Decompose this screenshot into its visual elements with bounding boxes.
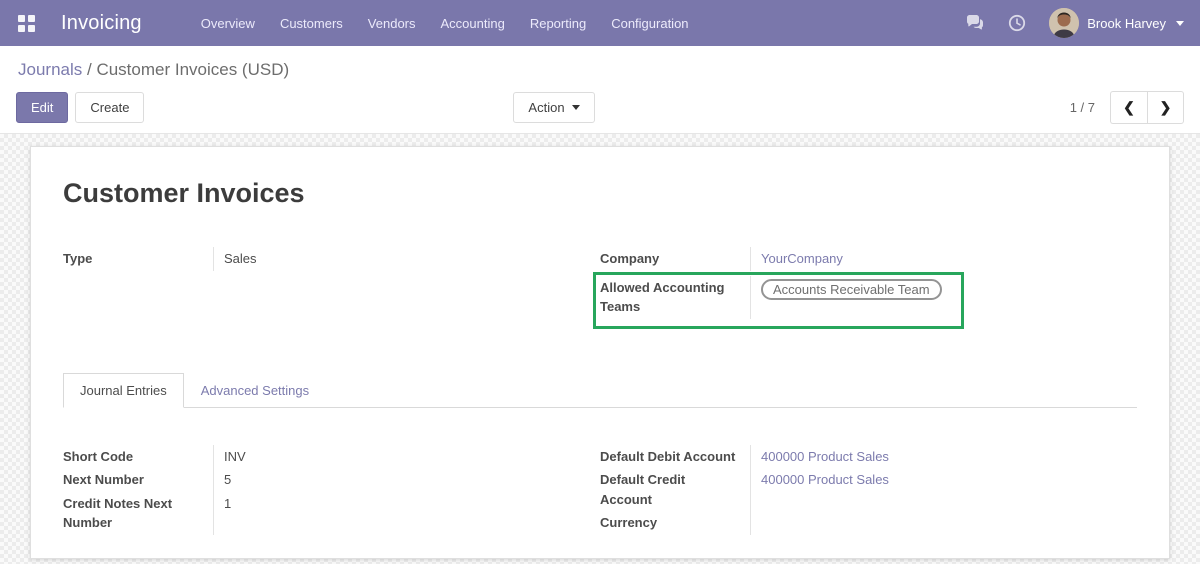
field-value-type: Sales [224,251,257,266]
field-value-short-code: INV [224,448,246,464]
field-row-type: Type Sales [63,247,419,271]
form-view-background: Customer Invoices Type Sales Company You… [0,134,1200,564]
field-row-short-code: Short Code INV [63,444,419,468]
menu-reporting[interactable]: Reporting [527,10,589,37]
field-label-credit-notes-next-number: Credit Notes Next Number [63,491,214,535]
field-label-currency: Currency [600,511,751,535]
pager-next-button[interactable]: ❯ [1147,91,1184,124]
company-link[interactable]: YourCompany [761,251,843,266]
field-group-right: Company YourCompany Allowed Accounting T… [593,247,964,329]
page-title: Customer Invoices [63,178,305,208]
field-row-currency: Currency [600,511,956,535]
field-row-credit-notes-next-number: Credit Notes Next Number 1 [63,491,419,535]
field-row-next-number: Next Number 5 [63,468,419,492]
menu-vendors[interactable]: Vendors [365,10,419,37]
journal-form-sheet: Customer Invoices Type Sales Company You… [30,146,1170,559]
pager-count: 1 / 7 [1069,100,1095,115]
field-label-next-number: Next Number [63,468,214,492]
menu-customers[interactable]: Customers [277,10,346,37]
action-label: Action [528,99,565,115]
field-label-default-credit-account: Default Credit Account [600,468,751,511]
caret-down-icon [571,105,580,110]
field-row-default-debit-account: Default Debit Account 400000 Product Sal… [600,444,956,468]
create-button[interactable]: Create [75,91,145,124]
field-group-right: Default Debit Account 400000 Product Sal… [600,444,956,535]
user-name: Brook Harvey [1087,15,1166,31]
avatar [1049,8,1080,38]
app-title: Invoicing [61,11,142,34]
action-dropdown-button[interactable]: Action [513,91,595,124]
bottom-field-groups: Short Code INV Next Number 5 Credit Note… [63,444,1137,535]
breadcrumb: Journals / Customer Invoices (USD) [18,60,1184,80]
field-value-currency [751,511,761,515]
tab-journal-entries[interactable]: Journal Entries [63,372,184,408]
field-row-company: Company YourCompany [600,247,956,271]
navbar-right: Brook Harvey [965,8,1184,38]
breadcrumb-current: Customer Invoices (USD) [96,60,290,79]
field-value-next-number: 5 [224,472,232,487]
user-menu[interactable]: Brook Harvey [1049,8,1184,38]
caret-down-icon [1176,20,1184,26]
menu-configuration[interactable]: Configuration [608,10,691,37]
apps-grid-icon[interactable] [18,14,35,32]
field-label-default-debit-account: Default Debit Account [600,444,751,468]
main-menu: Overview Customers Vendors Accounting Re… [198,10,692,37]
pager: ❮ ❯ [1110,91,1184,124]
default-credit-account-link[interactable]: 400000 Product Sales [761,472,889,487]
field-label-allowed-accounting-teams: Allowed Accounting Teams [600,275,751,319]
control-panel: Journals / Customer Invoices (USD) Edit … [0,46,1200,134]
notebook-tabs: Journal Entries Advanced Settings [63,372,1137,408]
top-field-groups: Type Sales Company YourCompany Allowed A… [63,247,1137,329]
field-row-default-credit-account: Default Credit Account 400000 Product Sa… [600,468,956,511]
tab-advanced-settings[interactable]: Advanced Settings [184,373,326,408]
breadcrumb-separator: / [82,60,97,79]
field-group-left: Short Code INV Next Number 5 Credit Note… [63,444,419,535]
field-value-credit-notes-next-number: 1 [224,495,232,511]
menu-accounting[interactable]: Accounting [438,10,508,37]
field-row-allowed-accounting-teams-highlighted: Allowed Accounting Teams Accounts Receiv… [593,271,964,329]
pager-prev-button[interactable]: ❮ [1110,91,1147,124]
field-label-company: Company [600,247,751,271]
edit-button[interactable]: Edit [16,91,69,124]
field-group-left: Type Sales [63,247,419,329]
field-label-type: Type [63,247,214,271]
field-label-short-code: Short Code [63,444,214,468]
top-navbar: Invoicing Overview Customers Vendors Acc… [0,0,1200,46]
accounting-team-badge[interactable]: Accounts Receivable Team [761,278,942,300]
chat-bubbles-icon[interactable] [965,13,985,33]
clock-icon[interactable] [1007,13,1027,33]
default-debit-account-link[interactable]: 400000 Product Sales [761,449,889,464]
breadcrumb-journals[interactable]: Journals [18,60,82,79]
menu-overview[interactable]: Overview [198,10,258,37]
